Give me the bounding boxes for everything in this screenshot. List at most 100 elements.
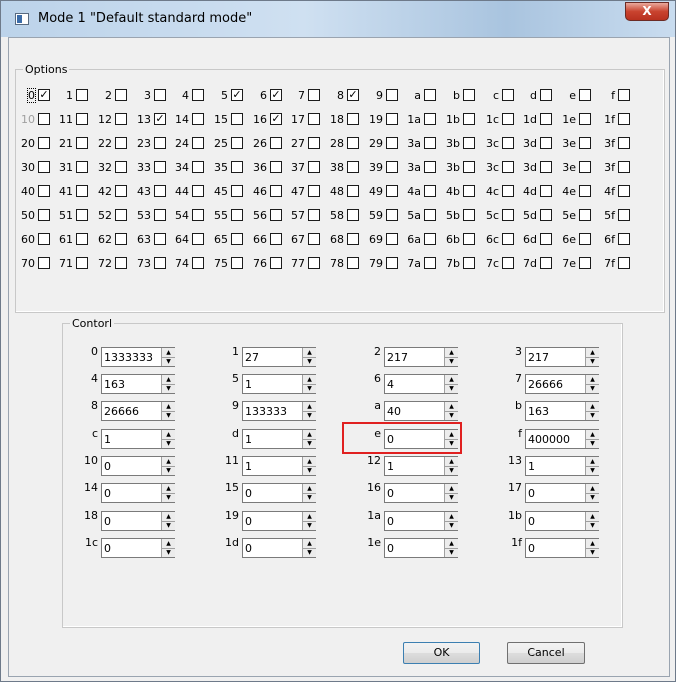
option-checkbox-6f[interactable]: 6f	[590, 232, 630, 248]
option-checkbox-34[interactable]: 34	[164, 160, 204, 176]
spin-down-icon[interactable]	[445, 521, 458, 530]
option-checkbox-42[interactable]: 42	[87, 184, 127, 200]
option-checkbox-d[interactable]: d	[512, 88, 552, 104]
spin-down-icon[interactable]	[162, 466, 175, 475]
spin-input[interactable]: 163	[525, 401, 599, 421]
option-checkbox-3a[interactable]: 3a	[396, 160, 436, 176]
title-bar[interactable]: Mode 1 "Default standard mode" X	[1, 1, 675, 37]
spin-input[interactable]: 26666	[525, 374, 599, 394]
option-checkbox-69[interactable]: 69	[358, 232, 398, 248]
option-checkbox-27[interactable]: 27	[280, 136, 320, 152]
spin-value[interactable]: 27	[245, 351, 259, 364]
option-checkbox-a[interactable]: a	[396, 88, 436, 104]
spin-value[interactable]: 0	[387, 487, 394, 500]
option-checkbox-5e[interactable]: 5e	[551, 208, 591, 224]
option-checkbox-45[interactable]: 45	[203, 184, 243, 200]
option-checkbox-67[interactable]: 67	[280, 232, 320, 248]
option-checkbox-35[interactable]: 35	[203, 160, 243, 176]
option-checkbox-5c[interactable]: 5c	[474, 208, 514, 224]
spin-value[interactable]: 0	[104, 487, 111, 500]
spin-value[interactable]: 163	[104, 378, 125, 391]
close-button[interactable]: X	[625, 2, 669, 21]
option-checkbox-3c[interactable]: 3c	[474, 136, 514, 152]
option-checkbox-38[interactable]: 38	[319, 160, 359, 176]
option-checkbox-20[interactable]: 20	[10, 136, 50, 152]
spin-down-icon[interactable]	[445, 384, 458, 393]
spin-input[interactable]: 0	[101, 538, 175, 558]
option-checkbox-3d[interactable]: 3d	[512, 160, 552, 176]
spin-input[interactable]: 27	[242, 347, 316, 367]
option-checkbox-7[interactable]: 7	[280, 88, 320, 104]
option-checkbox-59[interactable]: 59	[358, 208, 398, 224]
spin-input[interactable]: 26666	[101, 401, 175, 421]
option-checkbox-26[interactable]: 26	[242, 136, 282, 152]
option-checkbox-75[interactable]: 75	[203, 256, 243, 272]
option-checkbox-70[interactable]: 70	[10, 256, 50, 272]
option-checkbox-63[interactable]: 63	[126, 232, 166, 248]
spin-value[interactable]: 0	[245, 515, 252, 528]
option-checkbox-1b[interactable]: 1b	[435, 112, 475, 128]
option-checkbox-3c[interactable]: 3c	[474, 160, 514, 176]
option-checkbox-76[interactable]: 76	[242, 256, 282, 272]
checkbox-box[interactable]	[618, 113, 630, 125]
option-checkbox-55[interactable]: 55	[203, 208, 243, 224]
spin-value[interactable]: 0	[387, 542, 394, 555]
option-checkbox-6b[interactable]: 6b	[435, 232, 475, 248]
option-checkbox-7f[interactable]: 7f	[590, 256, 630, 272]
spin-down-icon[interactable]	[445, 493, 458, 502]
option-checkbox-1[interactable]: 1	[48, 88, 88, 104]
option-checkbox-21[interactable]: 21	[48, 136, 88, 152]
spin-input[interactable]: 217	[525, 347, 599, 367]
option-checkbox-3d[interactable]: 3d	[512, 136, 552, 152]
spin-down-icon[interactable]	[303, 439, 316, 448]
spin-down-icon[interactable]	[586, 548, 599, 557]
option-checkbox-18[interactable]: 18	[319, 112, 359, 128]
option-checkbox-3b[interactable]: 3b	[435, 160, 475, 176]
spin-value[interactable]: 217	[528, 351, 549, 364]
option-checkbox-44[interactable]: 44	[164, 184, 204, 200]
option-checkbox-4a[interactable]: 4a	[396, 184, 436, 200]
option-checkbox-17[interactable]: 17	[280, 112, 320, 128]
spin-input[interactable]: 1	[101, 429, 175, 449]
spin-value[interactable]: 4	[387, 378, 394, 391]
option-checkbox-48[interactable]: 48	[319, 184, 359, 200]
checkbox-box[interactable]	[618, 89, 630, 101]
option-checkbox-1a[interactable]: 1a	[396, 112, 436, 128]
option-checkbox-33[interactable]: 33	[126, 160, 166, 176]
option-checkbox-66[interactable]: 66	[242, 232, 282, 248]
option-checkbox-14[interactable]: 14	[164, 112, 204, 128]
spin-value[interactable]: 0	[528, 515, 535, 528]
option-checkbox-51[interactable]: 51	[48, 208, 88, 224]
spin-down-icon[interactable]	[162, 493, 175, 502]
option-checkbox-60[interactable]: 60	[10, 232, 50, 248]
option-checkbox-3e[interactable]: 3e	[551, 136, 591, 152]
spin-down-icon[interactable]	[162, 357, 175, 366]
spin-value[interactable]: 0	[387, 515, 394, 528]
option-checkbox-64[interactable]: 64	[164, 232, 204, 248]
option-checkbox-77[interactable]: 77	[280, 256, 320, 272]
spin-value[interactable]: 1333333	[104, 351, 153, 364]
option-checkbox-12[interactable]: 12	[87, 112, 127, 128]
spin-value[interactable]: 0	[245, 487, 252, 500]
option-checkbox-49[interactable]: 49	[358, 184, 398, 200]
spin-value[interactable]: 163	[528, 405, 549, 418]
spin-value[interactable]: 1	[245, 460, 252, 473]
spin-input[interactable]: 1	[525, 456, 599, 476]
option-checkbox-79[interactable]: 79	[358, 256, 398, 272]
option-checkbox-11[interactable]: 11	[48, 112, 88, 128]
spin-input[interactable]: 0	[242, 511, 316, 531]
spin-value[interactable]: 0	[528, 542, 535, 555]
spin-down-icon[interactable]	[162, 548, 175, 557]
option-checkbox-7b[interactable]: 7b	[435, 256, 475, 272]
option-checkbox-3b[interactable]: 3b	[435, 136, 475, 152]
option-checkbox-3f[interactable]: 3f	[590, 160, 630, 176]
option-checkbox-3f[interactable]: 3f	[590, 136, 630, 152]
spin-input[interactable]: 0	[384, 511, 458, 531]
option-checkbox-32[interactable]: 32	[87, 160, 127, 176]
option-checkbox-b[interactable]: b	[435, 88, 475, 104]
spin-value[interactable]: 0	[245, 542, 252, 555]
checkbox-box[interactable]	[618, 137, 630, 149]
spin-input[interactable]: 163	[101, 374, 175, 394]
option-checkbox-22[interactable]: 22	[87, 136, 127, 152]
spin-input[interactable]: 133333	[242, 401, 316, 421]
